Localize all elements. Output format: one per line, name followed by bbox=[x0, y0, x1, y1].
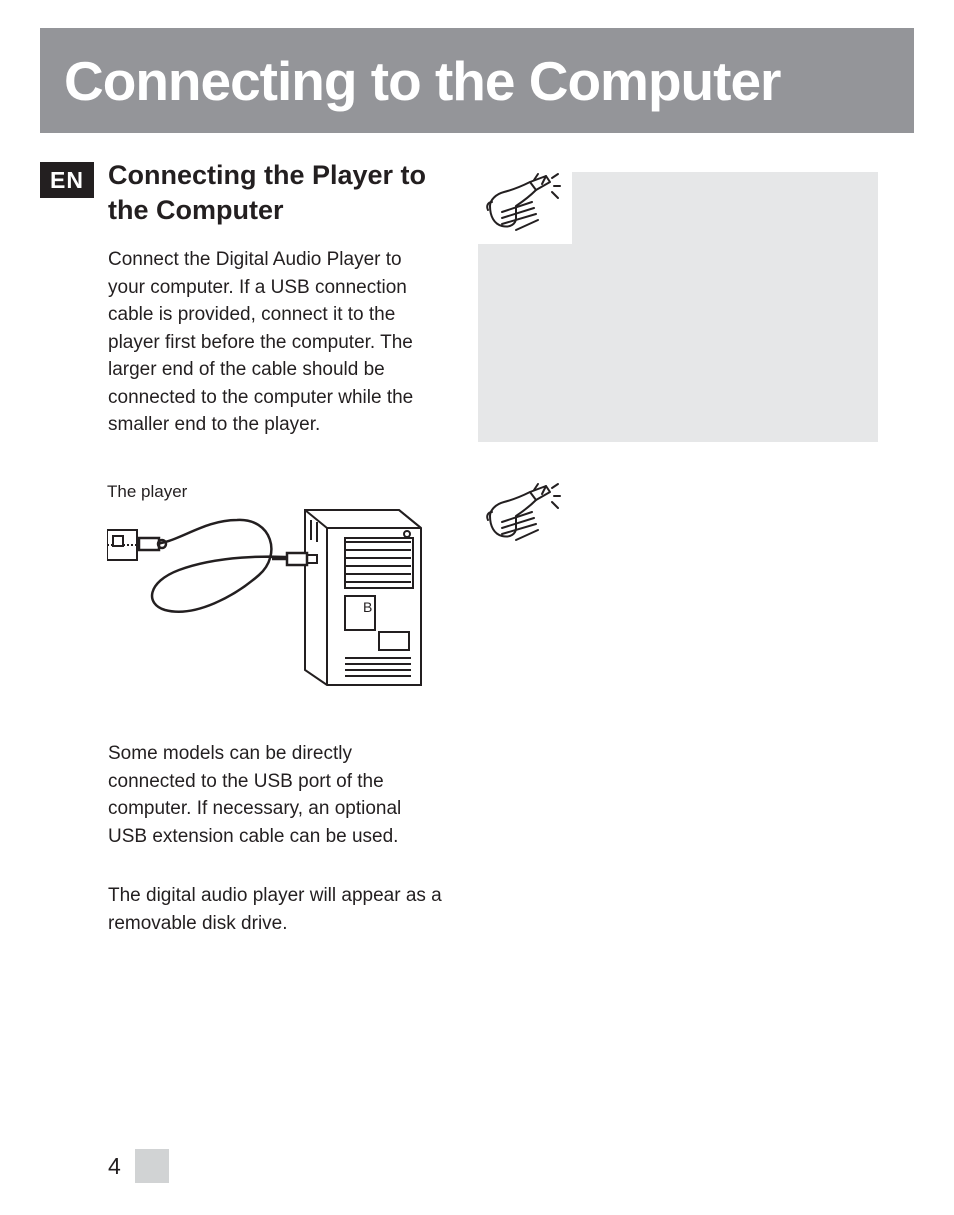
title-banner: Connecting to the Computer bbox=[40, 28, 914, 133]
figure-caption: The player bbox=[107, 482, 187, 502]
body-paragraph-2: Some models can be directly connected to… bbox=[108, 740, 443, 850]
writing-hand-icon bbox=[482, 172, 562, 236]
page-footer: 4 bbox=[108, 1149, 169, 1183]
page-title: Connecting to the Computer bbox=[64, 49, 780, 113]
connection-diagram: B bbox=[107, 500, 427, 690]
page-square-marker bbox=[135, 1149, 169, 1183]
writing-hand-icon bbox=[482, 482, 562, 546]
note-box-1 bbox=[478, 172, 878, 442]
body-paragraph-3: The digital audio player will appear as … bbox=[108, 882, 443, 937]
note-icon-wrap bbox=[472, 164, 572, 244]
page-number: 4 bbox=[108, 1153, 121, 1180]
note-icon-wrap bbox=[472, 474, 572, 554]
language-code: EN bbox=[50, 167, 84, 194]
svg-text:B: B bbox=[363, 599, 372, 615]
body-paragraph-1: Connect the Digital Audio Player to your… bbox=[108, 246, 438, 439]
connection-diagram-svg: B bbox=[107, 500, 427, 690]
language-badge: EN bbox=[40, 162, 94, 198]
section-heading: Connecting the Player to the Computer bbox=[108, 158, 433, 228]
note-box-2 bbox=[478, 482, 878, 862]
